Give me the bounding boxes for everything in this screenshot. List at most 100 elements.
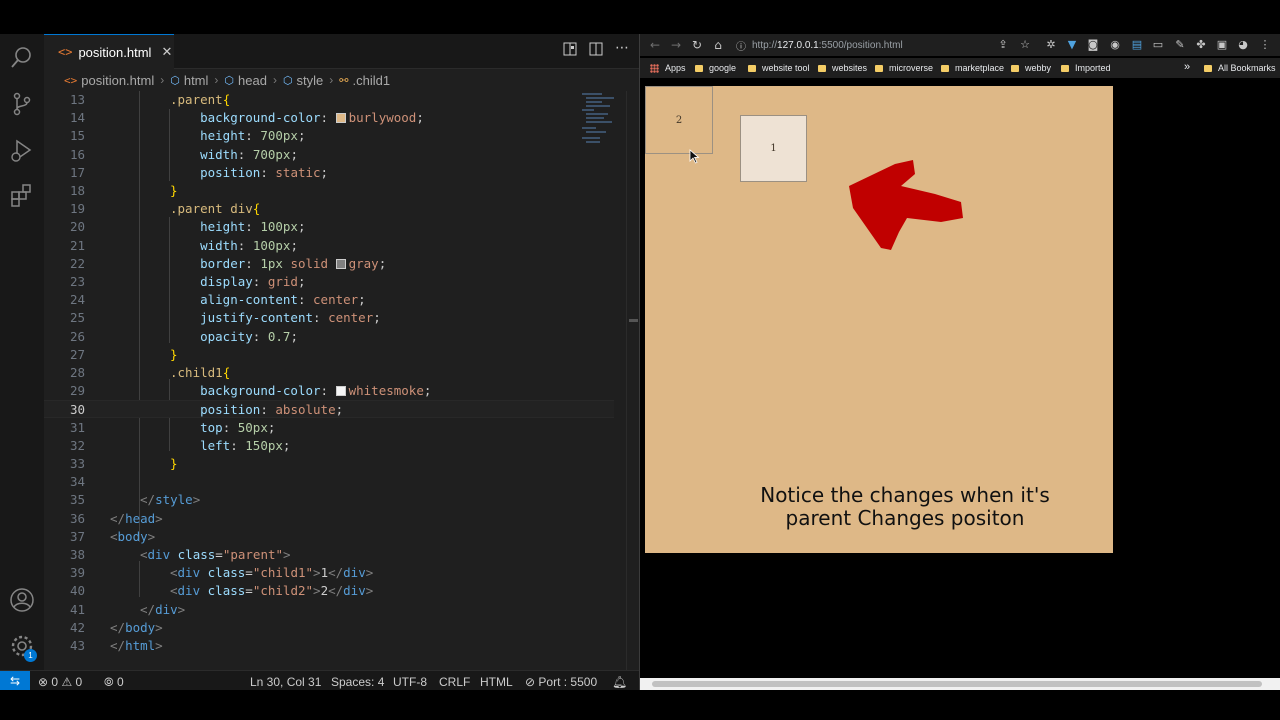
more-actions-icon[interactable]: ⋯ xyxy=(615,41,629,58)
breadcrumb-child1[interactable]: ⚯ .child1 xyxy=(339,73,390,88)
code-line[interactable]: 22 border: 1px solid gray; xyxy=(44,255,614,273)
back-arrow-icon[interactable]: ← xyxy=(647,37,663,53)
extensions-icon[interactable] xyxy=(8,182,36,210)
breadcrumb-html[interactable]: ⬡ html xyxy=(170,73,208,88)
breadcrumb-style[interactable]: ⬡ style xyxy=(283,73,323,88)
close-icon[interactable]: ✕ xyxy=(161,45,172,60)
scrollbar-thumb[interactable] xyxy=(652,681,1262,687)
code-line[interactable]: 40 <div class="child2">2</div> xyxy=(44,582,614,600)
code-line[interactable]: 15 height: 700px; xyxy=(44,127,614,145)
bookmark-apps[interactable]: Apps xyxy=(650,63,686,73)
code-text: .parent{ xyxy=(170,92,231,107)
source-control-icon[interactable] xyxy=(8,90,36,118)
account-icon[interactable] xyxy=(8,586,36,614)
code-editor[interactable]: 13 .parent{ 14 background-color: burlywood… xyxy=(44,91,626,670)
bookmark-imported[interactable]: Imported xyxy=(1061,63,1111,73)
address-bar[interactable]: ⓘ http://127.0.0.1:5500/position.html xyxy=(736,36,1038,54)
bookmark-webby[interactable]: webby xyxy=(1011,63,1051,73)
info-icon[interactable]: ⓘ xyxy=(736,38,746,53)
dropper-extension-icon[interactable]: ✎ xyxy=(1173,38,1187,52)
reload-icon[interactable]: ↻ xyxy=(689,37,705,53)
code-line[interactable]: 23 display: grid; xyxy=(44,273,614,291)
split-editor-icon[interactable] xyxy=(589,42,603,58)
code-line[interactable]: 35 </style> xyxy=(44,491,614,509)
scrollbar-thumb[interactable] xyxy=(629,319,638,322)
code-line[interactable]: 27} xyxy=(44,346,614,364)
code-line[interactable]: 13 .parent{ xyxy=(44,91,614,109)
bookmark-star-icon[interactable]: ☆ xyxy=(1018,38,1032,52)
code-line[interactable]: 14 background-color: burlywood; xyxy=(44,109,614,127)
open-preview-icon[interactable] xyxy=(563,42,577,58)
code-line[interactable]: 36 </head> xyxy=(44,510,614,528)
breadcrumb-label: style xyxy=(296,72,324,88)
editor-scrollbar[interactable] xyxy=(626,91,639,670)
bookmark-marketplace[interactable]: marketplace xyxy=(941,63,1004,73)
minimap[interactable] xyxy=(580,91,620,151)
profile-extension-icon[interactable]: ◉ xyxy=(1108,38,1122,52)
bookmark-websites[interactable]: websites xyxy=(818,63,867,73)
live-server-port[interactable]: ⊘ Port : 5500 xyxy=(525,675,597,689)
color-swatch[interactable] xyxy=(335,386,346,397)
code-line[interactable]: 32 left: 150px; xyxy=(44,437,614,455)
notifications-bell-icon[interactable]: 🔔︎ xyxy=(612,675,627,689)
code-line[interactable]: 42 </body> xyxy=(44,619,614,637)
end-of-line[interactable]: CRLF xyxy=(439,675,470,689)
code-text: width: 700px; xyxy=(200,146,298,162)
code-line[interactable]: 16 width: 700px; xyxy=(44,146,614,164)
bookmark-microverse[interactable]: microverse xyxy=(875,63,933,73)
code-line[interactable]: 28 .child1{ xyxy=(44,364,614,382)
code-line[interactable]: 21 width: 100px; xyxy=(44,237,614,255)
bookmark-website-tool[interactable]: website tool xyxy=(748,63,810,73)
code-line[interactable]: 25 justify-content: center; xyxy=(44,309,614,327)
code-line[interactable]: 26 opacity: 0.7; xyxy=(44,328,614,346)
color-swatch[interactable] xyxy=(335,258,346,269)
child1-box: 1 xyxy=(740,115,807,182)
color-swatch[interactable] xyxy=(335,113,346,124)
code-line[interactable]: 34 xyxy=(44,473,614,491)
code-line[interactable]: 30 position: absolute; xyxy=(44,400,614,419)
code-line[interactable]: 37 <body> xyxy=(44,528,614,546)
tab-position-html[interactable]: <> position.html ✕ xyxy=(44,34,174,69)
bookmark-google[interactable]: google xyxy=(695,63,736,73)
problems-indicator[interactable]: ⊗ 0 ⚠ 0 xyxy=(38,675,82,689)
code-line[interactable]: 41 </div> xyxy=(44,601,614,619)
kebab-menu-icon[interactable]: ⋮ xyxy=(1258,38,1272,52)
code-line[interactable]: 39 <div class="child1">1</div> xyxy=(44,564,614,582)
run-debug-icon[interactable] xyxy=(8,136,36,164)
code-line[interactable]: 18} xyxy=(44,182,614,200)
remote-indicator-icon[interactable]: ⇆ xyxy=(0,671,30,690)
code-line[interactable]: 38 <div class="parent"> xyxy=(44,546,614,564)
share-icon[interactable]: ⇪ xyxy=(996,38,1010,52)
bookmark-all-bookmarks[interactable]: All Bookmarks xyxy=(1204,63,1276,73)
indentation[interactable]: Spaces: 4 xyxy=(331,675,384,689)
screenshot-extension-icon[interactable]: ◙ xyxy=(1086,38,1100,52)
code-line[interactable]: 33} xyxy=(44,455,614,473)
code-line[interactable]: 20 height: 100px; xyxy=(44,218,614,236)
code-line[interactable]: 43 </html> xyxy=(44,637,614,655)
translate-extension-icon[interactable]: ▤ xyxy=(1130,38,1144,52)
home-icon[interactable]: ⌂ xyxy=(710,37,726,53)
page-horizontal-scrollbar[interactable] xyxy=(640,678,1280,690)
extensions-puzzle-icon[interactable]: ✤ xyxy=(1194,38,1208,52)
encoding[interactable]: UTF-8 xyxy=(393,675,427,689)
notes-extension-icon[interactable]: ▭ xyxy=(1151,38,1165,52)
search-icon[interactable] xyxy=(8,44,36,72)
code-line[interactable]: 19 .parent div{ xyxy=(44,200,614,218)
breadcrumb-head[interactable]: ⬡ head xyxy=(224,73,267,88)
breadcrumb-file[interactable]: <> position.html xyxy=(64,73,154,88)
avatar[interactable]: ◕ xyxy=(1236,38,1250,52)
forward-arrow-icon[interactable]: → xyxy=(668,37,684,53)
line-number: 13 xyxy=(69,92,85,107)
code-line[interactable]: 29 background-color: whitesmoke; xyxy=(44,382,614,400)
cursor-position[interactable]: Ln 30, Col 31 xyxy=(250,675,321,689)
code-line[interactable]: 17 position: static; xyxy=(44,164,614,182)
side-panel-icon[interactable]: ▣ xyxy=(1215,38,1229,52)
language-mode[interactable]: HTML xyxy=(480,675,513,689)
download-extension-icon[interactable]: ▼ xyxy=(1065,38,1079,52)
folder-icon xyxy=(941,64,949,72)
code-line[interactable]: 31 top: 50px; xyxy=(44,419,614,437)
ports-indicator[interactable]: ⦾ 0 xyxy=(104,675,124,690)
extension-gear-icon[interactable]: ✲ xyxy=(1044,38,1058,52)
bookmarks-overflow-icon[interactable]: » xyxy=(1184,61,1190,73)
code-line[interactable]: 24 align-content: center; xyxy=(44,291,614,309)
